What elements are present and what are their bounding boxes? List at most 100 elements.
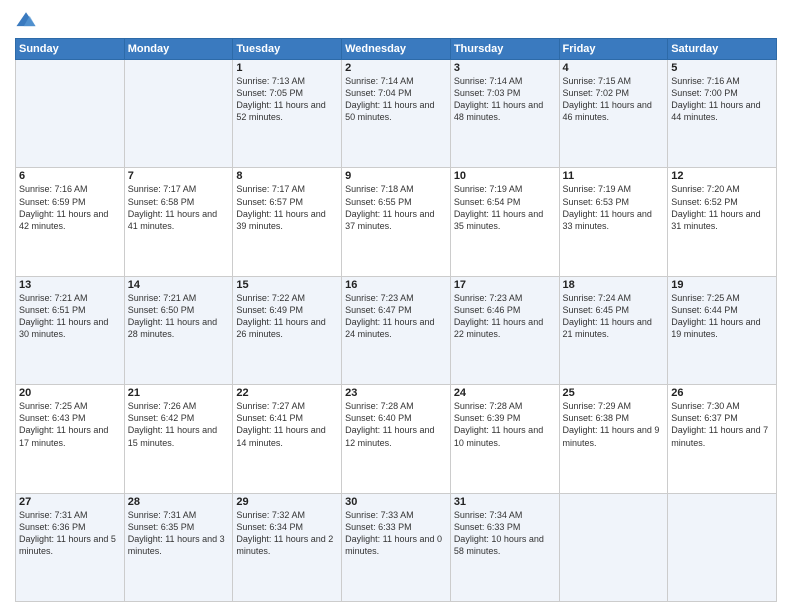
calendar-cell: 15Sunrise: 7:22 AM Sunset: 6:49 PM Dayli… [233, 276, 342, 384]
col-header-friday: Friday [559, 39, 668, 60]
col-header-thursday: Thursday [450, 39, 559, 60]
day-number: 26 [671, 387, 773, 399]
calendar-cell: 4Sunrise: 7:15 AM Sunset: 7:02 PM Daylig… [559, 60, 668, 168]
calendar-cell [124, 60, 233, 168]
day-info: Sunrise: 7:17 AM Sunset: 6:58 PM Dayligh… [128, 183, 230, 232]
day-number: 29 [236, 496, 338, 508]
day-info: Sunrise: 7:33 AM Sunset: 6:33 PM Dayligh… [345, 509, 447, 558]
day-info: Sunrise: 7:29 AM Sunset: 6:38 PM Dayligh… [563, 400, 665, 449]
col-header-monday: Monday [124, 39, 233, 60]
day-number: 15 [236, 279, 338, 291]
day-info: Sunrise: 7:14 AM Sunset: 7:04 PM Dayligh… [345, 75, 447, 124]
day-number: 16 [345, 279, 447, 291]
week-row-2: 13Sunrise: 7:21 AM Sunset: 6:51 PM Dayli… [16, 276, 777, 384]
week-row-3: 20Sunrise: 7:25 AM Sunset: 6:43 PM Dayli… [16, 385, 777, 493]
day-info: Sunrise: 7:19 AM Sunset: 6:54 PM Dayligh… [454, 183, 556, 232]
day-info: Sunrise: 7:28 AM Sunset: 6:39 PM Dayligh… [454, 400, 556, 449]
day-info: Sunrise: 7:23 AM Sunset: 6:46 PM Dayligh… [454, 292, 556, 341]
day-number: 30 [345, 496, 447, 508]
calendar-cell: 25Sunrise: 7:29 AM Sunset: 6:38 PM Dayli… [559, 385, 668, 493]
day-number: 13 [19, 279, 121, 291]
day-number: 27 [19, 496, 121, 508]
day-info: Sunrise: 7:25 AM Sunset: 6:43 PM Dayligh… [19, 400, 121, 449]
week-row-1: 6Sunrise: 7:16 AM Sunset: 6:59 PM Daylig… [16, 168, 777, 276]
day-number: 6 [19, 170, 121, 182]
calendar-cell [16, 60, 125, 168]
day-info: Sunrise: 7:32 AM Sunset: 6:34 PM Dayligh… [236, 509, 338, 558]
calendar-cell: 30Sunrise: 7:33 AM Sunset: 6:33 PM Dayli… [342, 493, 451, 601]
calendar-cell: 24Sunrise: 7:28 AM Sunset: 6:39 PM Dayli… [450, 385, 559, 493]
day-info: Sunrise: 7:27 AM Sunset: 6:41 PM Dayligh… [236, 400, 338, 449]
day-info: Sunrise: 7:18 AM Sunset: 6:55 PM Dayligh… [345, 183, 447, 232]
col-header-saturday: Saturday [668, 39, 777, 60]
day-info: Sunrise: 7:15 AM Sunset: 7:02 PM Dayligh… [563, 75, 665, 124]
calendar-cell [668, 493, 777, 601]
day-info: Sunrise: 7:28 AM Sunset: 6:40 PM Dayligh… [345, 400, 447, 449]
day-info: Sunrise: 7:17 AM Sunset: 6:57 PM Dayligh… [236, 183, 338, 232]
day-number: 18 [563, 279, 665, 291]
calendar-cell: 20Sunrise: 7:25 AM Sunset: 6:43 PM Dayli… [16, 385, 125, 493]
calendar-cell: 22Sunrise: 7:27 AM Sunset: 6:41 PM Dayli… [233, 385, 342, 493]
calendar-cell: 18Sunrise: 7:24 AM Sunset: 6:45 PM Dayli… [559, 276, 668, 384]
day-info: Sunrise: 7:16 AM Sunset: 7:00 PM Dayligh… [671, 75, 773, 124]
day-number: 31 [454, 496, 556, 508]
calendar-cell: 28Sunrise: 7:31 AM Sunset: 6:35 PM Dayli… [124, 493, 233, 601]
calendar-cell: 21Sunrise: 7:26 AM Sunset: 6:42 PM Dayli… [124, 385, 233, 493]
calendar-cell: 16Sunrise: 7:23 AM Sunset: 6:47 PM Dayli… [342, 276, 451, 384]
calendar-cell: 31Sunrise: 7:34 AM Sunset: 6:33 PM Dayli… [450, 493, 559, 601]
day-info: Sunrise: 7:31 AM Sunset: 6:36 PM Dayligh… [19, 509, 121, 558]
day-info: Sunrise: 7:30 AM Sunset: 6:37 PM Dayligh… [671, 400, 773, 449]
day-number: 14 [128, 279, 230, 291]
logo-icon [15, 10, 37, 32]
day-number: 17 [454, 279, 556, 291]
col-header-sunday: Sunday [16, 39, 125, 60]
week-row-4: 27Sunrise: 7:31 AM Sunset: 6:36 PM Dayli… [16, 493, 777, 601]
calendar-cell: 11Sunrise: 7:19 AM Sunset: 6:53 PM Dayli… [559, 168, 668, 276]
calendar-cell: 19Sunrise: 7:25 AM Sunset: 6:44 PM Dayli… [668, 276, 777, 384]
day-number: 12 [671, 170, 773, 182]
calendar-cell: 9Sunrise: 7:18 AM Sunset: 6:55 PM Daylig… [342, 168, 451, 276]
calendar-cell: 27Sunrise: 7:31 AM Sunset: 6:36 PM Dayli… [16, 493, 125, 601]
day-number: 9 [345, 170, 447, 182]
day-number: 25 [563, 387, 665, 399]
logo [15, 10, 41, 32]
day-number: 1 [236, 62, 338, 74]
day-info: Sunrise: 7:14 AM Sunset: 7:03 PM Dayligh… [454, 75, 556, 124]
calendar-header-row: SundayMondayTuesdayWednesdayThursdayFrid… [16, 39, 777, 60]
day-number: 22 [236, 387, 338, 399]
day-info: Sunrise: 7:24 AM Sunset: 6:45 PM Dayligh… [563, 292, 665, 341]
week-row-0: 1Sunrise: 7:13 AM Sunset: 7:05 PM Daylig… [16, 60, 777, 168]
calendar-cell: 17Sunrise: 7:23 AM Sunset: 6:46 PM Dayli… [450, 276, 559, 384]
day-info: Sunrise: 7:20 AM Sunset: 6:52 PM Dayligh… [671, 183, 773, 232]
day-number: 8 [236, 170, 338, 182]
page: SundayMondayTuesdayWednesdayThursdayFrid… [0, 0, 792, 612]
calendar-cell: 14Sunrise: 7:21 AM Sunset: 6:50 PM Dayli… [124, 276, 233, 384]
day-info: Sunrise: 7:34 AM Sunset: 6:33 PM Dayligh… [454, 509, 556, 558]
calendar-cell: 7Sunrise: 7:17 AM Sunset: 6:58 PM Daylig… [124, 168, 233, 276]
day-info: Sunrise: 7:21 AM Sunset: 6:51 PM Dayligh… [19, 292, 121, 341]
calendar-cell: 3Sunrise: 7:14 AM Sunset: 7:03 PM Daylig… [450, 60, 559, 168]
col-header-wednesday: Wednesday [342, 39, 451, 60]
day-info: Sunrise: 7:21 AM Sunset: 6:50 PM Dayligh… [128, 292, 230, 341]
day-number: 23 [345, 387, 447, 399]
calendar-cell: 2Sunrise: 7:14 AM Sunset: 7:04 PM Daylig… [342, 60, 451, 168]
day-number: 11 [563, 170, 665, 182]
day-number: 28 [128, 496, 230, 508]
day-number: 2 [345, 62, 447, 74]
day-number: 4 [563, 62, 665, 74]
day-info: Sunrise: 7:26 AM Sunset: 6:42 PM Dayligh… [128, 400, 230, 449]
day-number: 3 [454, 62, 556, 74]
day-info: Sunrise: 7:31 AM Sunset: 6:35 PM Dayligh… [128, 509, 230, 558]
calendar-cell: 26Sunrise: 7:30 AM Sunset: 6:37 PM Dayli… [668, 385, 777, 493]
day-number: 24 [454, 387, 556, 399]
calendar-cell [559, 493, 668, 601]
calendar-cell: 6Sunrise: 7:16 AM Sunset: 6:59 PM Daylig… [16, 168, 125, 276]
calendar-cell: 13Sunrise: 7:21 AM Sunset: 6:51 PM Dayli… [16, 276, 125, 384]
calendar-cell: 8Sunrise: 7:17 AM Sunset: 6:57 PM Daylig… [233, 168, 342, 276]
day-info: Sunrise: 7:23 AM Sunset: 6:47 PM Dayligh… [345, 292, 447, 341]
day-info: Sunrise: 7:16 AM Sunset: 6:59 PM Dayligh… [19, 183, 121, 232]
day-number: 20 [19, 387, 121, 399]
calendar-cell: 10Sunrise: 7:19 AM Sunset: 6:54 PM Dayli… [450, 168, 559, 276]
day-number: 19 [671, 279, 773, 291]
day-info: Sunrise: 7:22 AM Sunset: 6:49 PM Dayligh… [236, 292, 338, 341]
